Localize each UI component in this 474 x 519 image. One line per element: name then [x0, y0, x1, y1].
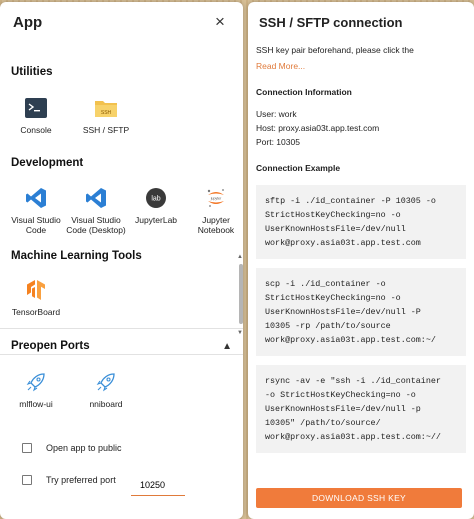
scroll-up-arrow[interactable]: ▲ — [237, 254, 243, 260]
development-app-grid: Visual Studio Code Visual Studio Code (D… — [6, 186, 243, 235]
jupyterlab-icon: lab — [144, 186, 168, 210]
app-label: TensorBoard — [11, 307, 61, 317]
app-label: nniboard — [89, 399, 123, 409]
ssh-intro-text: SSH key pair beforehand, please click th… — [256, 45, 414, 55]
rsync-example-code: rsync -av -e "ssh -i ./id_container -o S… — [256, 365, 466, 453]
app-label: Jupyter Notebook — [197, 215, 235, 235]
ssh-panel-body: SSH key pair beforehand, please click th… — [256, 44, 466, 462]
preferred-port-label: Try preferred port — [46, 475, 116, 485]
scp-example-code: scp -i ./id_container -o StrictHostKeyCh… — [256, 268, 466, 356]
app-tile-mlflow-ui[interactable]: mlflow-ui — [6, 370, 66, 409]
app-tile-tensorboard[interactable]: TensorBoard — [6, 278, 66, 317]
download-ssh-key-button[interactable]: DOWNLOAD SSH KEY — [256, 488, 462, 508]
open-public-label: Open app to public — [46, 443, 122, 453]
connection-info-title: Connection Information — [256, 87, 352, 97]
section-divider — [0, 354, 243, 355]
app-label: Visual Studio Code (Desktop) — [66, 215, 126, 235]
connection-host: Host: proxy.asia03t.app.test.com — [256, 123, 380, 133]
utilities-app-grid: Console SSH SSH / SFTP — [6, 96, 136, 135]
app-tile-ssh-sftp[interactable]: SSH SSH / SFTP — [76, 96, 136, 135]
app-label: Visual Studio Code — [11, 215, 61, 235]
open-public-option[interactable]: Open app to public — [22, 443, 122, 453]
vscode-icon — [24, 186, 48, 210]
preopen-ports-header[interactable]: Preopen Ports ▲ — [0, 338, 243, 354]
app-panel-title: App — [13, 13, 43, 31]
section-divider — [0, 328, 243, 329]
preferred-port-checkbox[interactable] — [22, 475, 32, 485]
connection-user: User: work — [256, 109, 297, 119]
app-tile-console[interactable]: Console — [6, 96, 66, 135]
open-public-checkbox[interactable] — [22, 443, 32, 453]
close-icon[interactable]: × — [210, 12, 230, 32]
app-tile-jupyter-notebook[interactable]: jupyter Jupyter Notebook — [186, 186, 243, 235]
svg-text:jupyter: jupyter — [210, 197, 222, 201]
scroll-down-arrow[interactable]: ▼ — [237, 330, 243, 336]
app-label: mlflow-ui — [19, 399, 53, 409]
app-launcher-panel: App × Utilities Console SSH SSH / SFTP D… — [0, 2, 243, 519]
app-tile-jupyterlab[interactable]: lab JupyterLab — [126, 186, 186, 235]
svg-text:SSH: SSH — [101, 110, 112, 116]
folder-ssh-icon: SSH — [94, 96, 118, 120]
connection-port: Port: 10305 — [256, 137, 300, 147]
section-title-preopen-ports: Preopen Ports — [11, 340, 90, 352]
scrollbar-thumb[interactable] — [239, 264, 243, 324]
jupyter-icon: jupyter — [204, 186, 228, 210]
preferred-port-option[interactable]: Try preferred port — [22, 475, 116, 485]
tensorboard-icon — [24, 278, 48, 302]
ml-tools-app-grid: TensorBoard — [6, 278, 66, 317]
section-title-development: Development — [11, 157, 84, 169]
rocket-icon — [24, 370, 48, 394]
rocket-icon — [94, 370, 118, 394]
preferred-port-input[interactable] — [131, 474, 185, 496]
ssh-panel-header: SSH / SFTP connection — [248, 2, 474, 42]
app-tile-nniboard[interactable]: nniboard — [76, 370, 136, 409]
ssh-connection-panel: SSH / SFTP connection SSH key pair befor… — [248, 2, 474, 519]
connection-example-title: Connection Example — [256, 163, 341, 173]
preopen-ports-app-grid: mlflow-ui nniboard — [6, 370, 136, 409]
connection-examples: sftp -i ./id_container -P 10305 -o Stric… — [256, 185, 466, 453]
connection-info: User: work Host: proxy.asia03t.app.test.… — [256, 107, 466, 149]
app-panel-header: App × — [0, 2, 243, 42]
section-title-ml-tools: Machine Learning Tools — [11, 250, 142, 262]
app-tile-vscode-desktop[interactable]: Visual Studio Code (Desktop) — [66, 186, 126, 235]
section-title-utilities: Utilities — [11, 66, 53, 78]
svg-text:lab: lab — [151, 196, 160, 203]
vscode-icon — [84, 186, 108, 210]
terminal-icon — [24, 96, 48, 120]
read-more-link[interactable]: Read More... — [256, 61, 466, 71]
app-label: Console — [20, 125, 52, 135]
app-label: JupyterLab — [134, 215, 178, 225]
app-label: SSH / SFTP — [82, 125, 130, 135]
sftp-example-code: sftp -i ./id_container -P 10305 -o Stric… — [256, 185, 466, 259]
chevron-up-icon[interactable]: ▲ — [222, 341, 232, 352]
ssh-panel-title: SSH / SFTP connection — [259, 14, 403, 30]
app-tile-vscode[interactable]: Visual Studio Code — [6, 186, 66, 235]
